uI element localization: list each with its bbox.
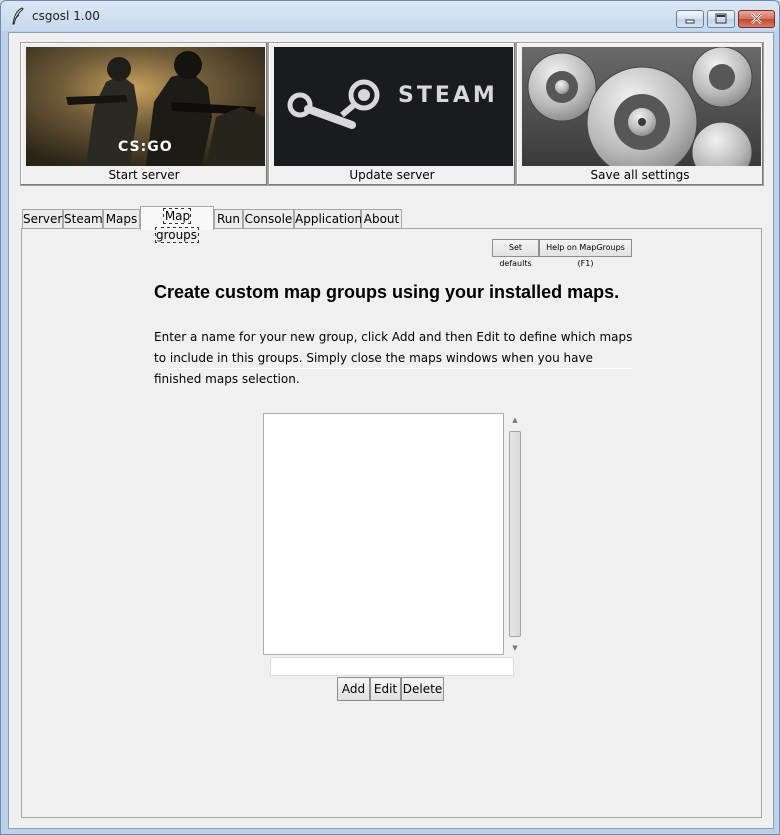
tab-steam[interactable]: Steam <box>63 209 103 229</box>
delete-button[interactable]: Delete <box>401 677 444 701</box>
group-name-input[interactable] <box>270 657 514 676</box>
feather-icon <box>12 7 24 25</box>
tab-application[interactable]: Application <box>294 209 362 229</box>
gears-banner-image <box>522 47 761 166</box>
tab-server[interactable]: Server <box>22 209 63 229</box>
set-defaults-button[interactable]: Set defaults <box>492 239 539 268</box>
steam-banner-image: STEAM <box>274 47 513 166</box>
update-server-button[interactable]: STEAM Update server <box>268 42 516 186</box>
page-title: Create custom map groups using your inst… <box>154 282 620 302</box>
start-server-button[interactable]: CS:GO Start server <box>20 42 268 186</box>
save-settings-label: Save all settings <box>590 168 690 182</box>
help-button[interactable]: Help on MapGroups (F1) <box>539 239 632 268</box>
tab-console[interactable]: Console <box>243 209 294 229</box>
scroll-up-arrow-icon[interactable]: ▲ <box>507 413 523 427</box>
start-server-label: Start server <box>108 168 180 182</box>
scroll-down-arrow-icon[interactable]: ▼ <box>507 641 523 655</box>
minimize-icon <box>685 19 695 24</box>
save-settings-button[interactable]: Save all settings <box>516 42 764 186</box>
maximize-button[interactable] <box>707 10 735 28</box>
tab-maps[interactable]: Maps <box>103 209 140 229</box>
tab-about[interactable]: About <box>361 209 402 229</box>
close-button[interactable] <box>738 10 775 28</box>
maximize-icon <box>715 13 727 24</box>
map-groups-panel: Set defaults Help on MapGroups (F1) Crea… <box>21 228 762 818</box>
window-title: csgosl 1.00 <box>32 9 100 23</box>
edit-button[interactable]: Edit <box>370 677 401 701</box>
tab-map-groups-label: Map groups <box>154 208 200 243</box>
map-groups-list[interactable] <box>263 413 504 655</box>
minimize-button[interactable] <box>676 10 704 28</box>
steam-logo-icon <box>287 79 380 129</box>
tab-run[interactable]: Run <box>214 209 243 229</box>
app-window: csgosl 1.00 CS:GO Start server STEAM Upd… <box>0 0 780 835</box>
csgo-banner-image: CS:GO <box>26 47 265 166</box>
divider <box>152 368 632 369</box>
scrollbar-thumb[interactable] <box>509 431 521 637</box>
add-button[interactable]: Add <box>337 677 370 701</box>
steam-wordmark: STEAM <box>398 83 498 108</box>
title-bar[interactable]: csgosl 1.00 <box>1 1 779 31</box>
instructions-text: Enter a name for your new group, click A… <box>154 330 633 386</box>
update-server-label: Update server <box>349 168 435 182</box>
close-icon <box>751 13 762 24</box>
client-area: CS:GO Start server STEAM Update server S… <box>8 32 774 829</box>
csgo-logo: CS:GO <box>118 139 173 155</box>
tab-map-groups[interactable]: Map groups <box>140 206 214 243</box>
list-scrollbar[interactable]: ▲ ▼ <box>507 413 523 655</box>
